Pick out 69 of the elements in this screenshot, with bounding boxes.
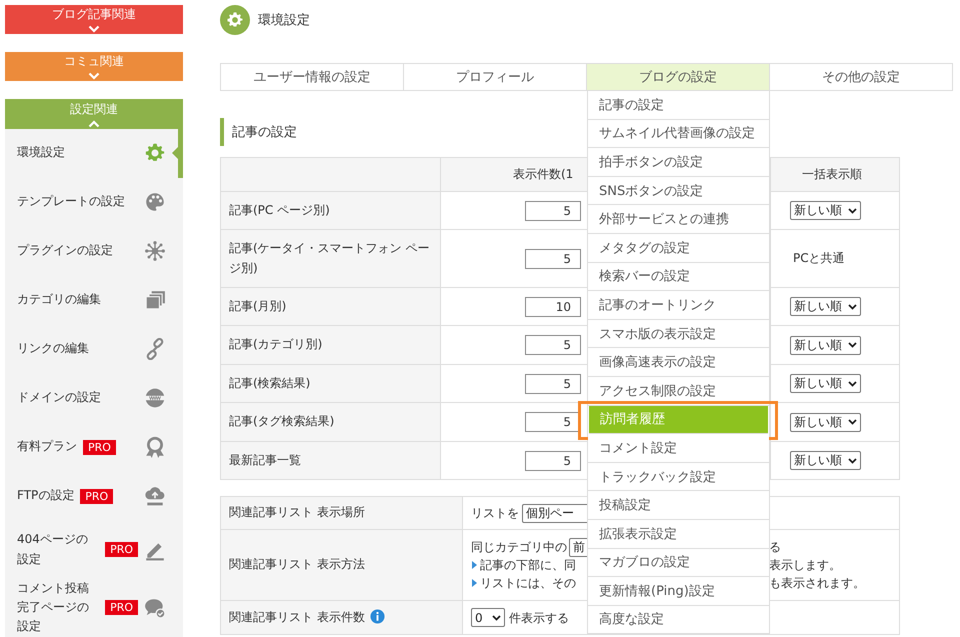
pro-badge: PRO — [83, 440, 116, 454]
category-select[interactable]: 前 — [569, 538, 588, 556]
network-icon — [144, 240, 166, 262]
count-select[interactable]: 0 — [471, 608, 505, 627]
order-select[interactable]: 新しい順 — [790, 374, 861, 393]
help-text: 記事の下部に、同 — [480, 556, 576, 574]
section-label: ブログ記事関連 — [52, 6, 136, 24]
row-label: 記事(検索結果) — [220, 364, 440, 402]
menu-item[interactable]: マガブロの設定 — [588, 548, 769, 578]
layers-icon — [144, 289, 166, 311]
cloud-upload-icon — [144, 485, 166, 507]
pro-badge: PRO — [105, 600, 138, 615]
caret-icon — [848, 380, 857, 386]
row-label: 関連記事リスト 表示場所 — [229, 505, 365, 520]
row-label: 記事(月別) — [220, 288, 440, 326]
pro-badge: PRO — [80, 488, 114, 504]
help-text: リストには、その — [480, 574, 576, 592]
section-label: 設定関連 — [70, 100, 118, 118]
order-select[interactable]: 新しい順 — [790, 412, 861, 432]
caret-icon — [492, 614, 501, 620]
section-title: 記事の設定 — [220, 118, 297, 146]
section-label: コミュ関連 — [64, 53, 124, 70]
caret-icon — [848, 208, 857, 214]
order-text: PCと共通 — [793, 251, 845, 265]
count-field[interactable]: 5 — [525, 374, 581, 394]
order-select[interactable]: 新しい順 — [790, 297, 861, 316]
caret-icon — [848, 342, 857, 348]
row-label: 関連記事リスト 表示件数 — [229, 610, 365, 624]
globe-icon — [144, 387, 166, 409]
menu-item[interactable]: 高度な設定 — [588, 606, 769, 634]
count-field[interactable]: 10 — [525, 296, 581, 316]
count-field[interactable]: 5 — [525, 450, 581, 470]
order-select[interactable]: 新しい順 — [790, 201, 861, 220]
caret-icon — [848, 304, 857, 310]
help-text: 表示します。 — [769, 556, 842, 574]
palette-icon — [144, 191, 166, 213]
row-label: 記事(PC ページ別) — [220, 192, 440, 230]
count-field[interactable]: 5 — [525, 200, 581, 220]
caret-icon — [848, 419, 857, 425]
count-field[interactable]: 5 — [525, 412, 581, 432]
row-label: 最新記事一覧 — [220, 442, 440, 480]
row-label: 記事(カテゴリ別) — [220, 326, 440, 364]
row-label: 記事(ケータイ・スマートフォン ページ別) — [220, 230, 440, 288]
menu-item[interactable]: コメント設定 — [588, 434, 769, 463]
order-select[interactable]: 新しい順 — [790, 451, 861, 470]
pro-badge: PRO — [105, 542, 138, 557]
count-field[interactable]: 5 — [525, 335, 581, 355]
tab[interactable]: ブログの設定 — [586, 64, 769, 90]
count-field[interactable]: 5 — [525, 248, 581, 268]
gear-icon — [144, 142, 166, 164]
link-icon — [144, 338, 166, 360]
menu-item[interactable]: トラックバック設定 — [588, 462, 769, 492]
help-text: 同じカテゴリ中の — [471, 538, 567, 556]
row-label: 記事(タグ検索結果) — [220, 402, 440, 442]
chat-check-icon — [144, 596, 166, 618]
field-label: リストを — [471, 506, 519, 520]
column-header: 一括表示順 — [770, 158, 900, 192]
menu-item[interactable]: 検索バーの設定 — [588, 262, 769, 292]
row-label: 関連記事リスト 表示方法 — [229, 557, 365, 572]
menu-item[interactable]: サムネイル代替画像の設定 — [588, 120, 769, 148]
page-title: 環境設定 — [258, 12, 310, 29]
section-header[interactable]: ブログ記事関連 — [5, 5, 183, 34]
field-label: 件表示する — [509, 610, 569, 624]
award-icon — [144, 436, 166, 458]
order-select[interactable]: 新しい順 — [790, 336, 861, 354]
help-text: も表示されます。 — [769, 574, 866, 592]
caret-icon — [848, 458, 857, 464]
gear-icon — [220, 5, 250, 35]
help-text: る — [769, 538, 782, 556]
